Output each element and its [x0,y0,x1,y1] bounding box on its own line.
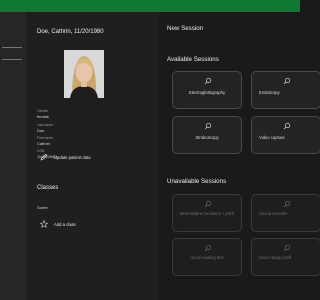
field-value: Cathrin [37,140,50,146]
search-icon [204,77,212,85]
search-icon [283,122,291,130]
search-icon [283,77,291,85]
session-tile[interactable]: Endoscopy [251,71,320,109]
session-tile[interactable]: Video capture [251,116,320,154]
classes-title: Classes [37,185,59,191]
unavailable-sessions-title: Unavailable Sessions [167,178,227,185]
session-tile[interactable]: Electroglottography [172,71,242,109]
new-session-title[interactable]: New Session [167,25,203,32]
unavailable-session-tile: Voice range profil [251,238,320,276]
session-tile-label: Electroglottography [188,90,226,95]
last-name-field: Last name Doe [37,123,53,133]
navigation-strip [0,12,26,300]
field-value: female [37,113,50,119]
add-class-button[interactable]: Add a class [40,220,76,228]
search-icon [204,244,212,252]
sorter-label[interactable]: Sorter [37,205,48,210]
session-tile-label: Multi-stalline locations + pitch [179,211,235,216]
session-tile-label: Video capture [259,135,285,140]
session-tile-label: Voice range profil [259,255,292,260]
add-class-label: Add a class [54,221,76,227]
update-patient-button[interactable]: Update patient data [40,153,91,161]
field-value: Doe [37,127,45,133]
first-name-field: First name Cathrin [37,136,53,146]
search-icon [204,200,212,208]
search-icon [283,200,291,208]
title-bar [0,0,300,12]
field-label: First name [37,136,54,140]
patient-name: Doe, Cathrin, 11/20/1980 [37,29,104,35]
unavailable-session-tile: Multi-stalline locations + pitch [172,194,242,232]
available-sessions-title: Available Sessions [167,56,219,63]
unavailable-session-tile: Sound recordin [251,194,320,232]
session-tile-label: Endoscopy [259,90,280,95]
star-icon [40,220,48,228]
session-tile-label: Stroboscopy [195,135,219,140]
nav-divider [2,47,22,48]
session-tile[interactable]: Stroboscopy [172,116,242,154]
pencil-icon [40,153,48,161]
patient-photo [64,50,104,98]
field-label: Gender [37,109,49,113]
unavailable-session-tile: Vocal reading test [172,238,242,276]
session-tile-label: Sound recordin [259,211,288,216]
nav-divider [2,59,22,60]
search-icon [283,244,291,252]
search-icon [204,122,212,130]
gender-field: Gender female [37,109,49,119]
session-tile-label: Vocal reading test [190,255,224,260]
field-label: Last name [37,123,53,127]
update-patient-label: Update patient data [54,154,91,160]
